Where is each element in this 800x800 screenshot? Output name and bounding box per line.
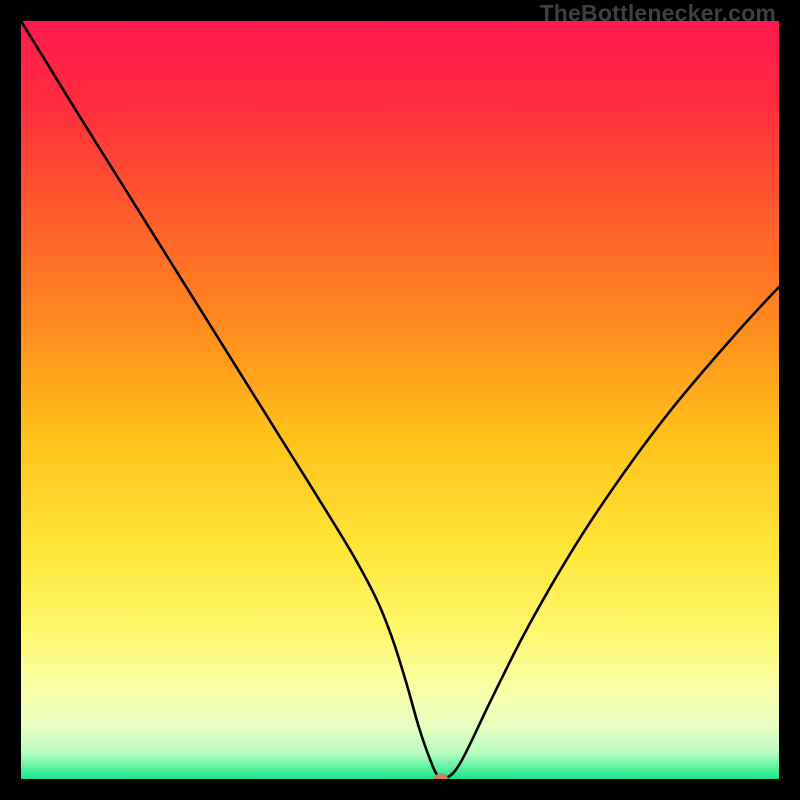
chart-frame: TheBottlenecker.com [0, 0, 800, 800]
watermark: TheBottlenecker.com [540, 0, 776, 27]
plot-area [21, 21, 779, 779]
chart-svg [21, 21, 779, 779]
